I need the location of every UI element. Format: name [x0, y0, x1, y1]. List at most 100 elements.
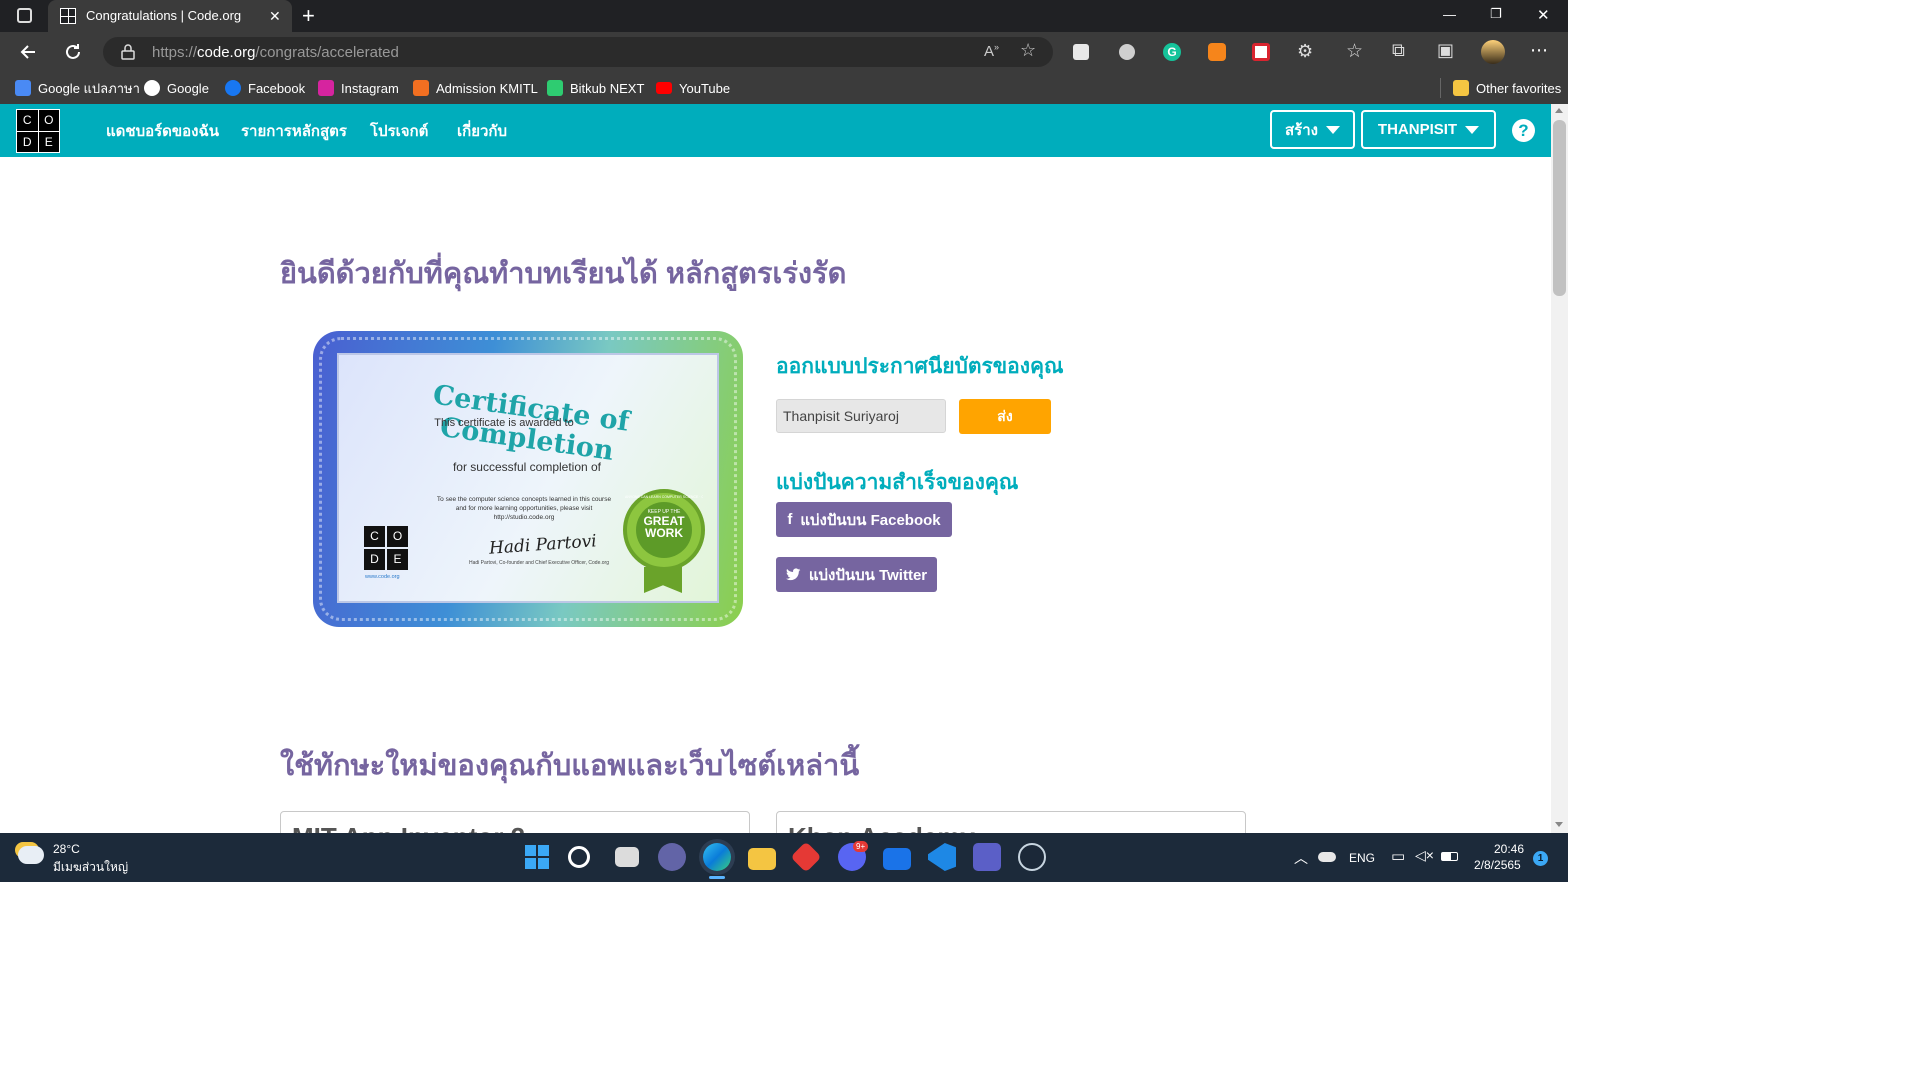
lock-icon [121, 44, 135, 60]
window-restore-button[interactable]: ❐ [1490, 6, 1502, 22]
teams-chat-icon[interactable] [658, 843, 686, 871]
kmitl-icon [413, 80, 429, 96]
scroll-down-arrow[interactable] [1555, 822, 1563, 827]
fav-label: YouTube [679, 80, 731, 96]
apps-heading: ใช้ทักษะใหม่ของคุณกับแอพและเว็บไซต์เหล่า… [280, 750, 860, 782]
url-protocol: https:// [152, 44, 198, 61]
add-favorite-icon[interactable]: ☆ [1020, 40, 1036, 61]
fav-youtube[interactable]: YouTube [656, 78, 730, 98]
clock-time[interactable]: 20:46 [1494, 842, 1524, 856]
grammarly-icon[interactable]: G [1163, 43, 1181, 61]
extension-icon-1[interactable] [1073, 44, 1089, 60]
fav-bitkub[interactable]: Bitkub NEXT [547, 78, 644, 98]
window-close-button[interactable]: ✕ [1537, 6, 1550, 24]
nav-about[interactable]: เกี่ยวกับ [457, 119, 507, 143]
network-icon[interactable]: ▭ [1391, 847, 1405, 865]
steam-icon[interactable] [1018, 843, 1046, 871]
scroll-up-arrow[interactable] [1555, 108, 1563, 113]
tab-close-icon[interactable]: ✕ [269, 8, 281, 25]
scrollbar-thumb[interactable] [1553, 120, 1566, 296]
submit-name-button[interactable]: ส่ง [959, 399, 1051, 434]
weather-temp: 28°C [53, 842, 80, 856]
tray-chevron-up-icon[interactable]: ︿ [1294, 848, 1308, 868]
extensions-puzzle-icon[interactable]: ⚙ [1297, 41, 1313, 62]
battery-icon[interactable] [1441, 852, 1458, 861]
volume-muted-icon[interactable]: ◁× [1415, 847, 1434, 864]
create-label: สร้าง [1285, 121, 1318, 139]
teams-icon[interactable] [973, 843, 1001, 871]
nav-projects[interactable]: โปรเจกต์ [370, 119, 428, 143]
logo-letter: D [17, 131, 38, 152]
logo-letter: D [364, 549, 385, 570]
file-explorer-icon[interactable] [748, 848, 776, 870]
collections-icon[interactable]: ⧉ [1392, 40, 1405, 61]
bitkub-icon [547, 80, 563, 96]
share-facebook-button[interactable]: f แบ่งปันบน Facebook [776, 502, 952, 537]
edge-sidebar-icon[interactable]: ▣ [1437, 40, 1454, 61]
certificate-name-input[interactable] [776, 399, 946, 433]
share-twitter-button[interactable]: แบ่งปันบน Twitter [776, 557, 937, 592]
great-work-badge: ANYONE CAN LEARN COMPUTER SCIENCE · CODE… [623, 489, 705, 571]
create-dropdown-button[interactable]: สร้าง [1270, 110, 1355, 149]
back-arrow-icon[interactable] [18, 42, 38, 62]
search-icon[interactable] [568, 846, 590, 868]
read-aloud-icon[interactable]: A» [984, 42, 999, 60]
fav-google-translate[interactable]: Google แปลภาษา [15, 78, 140, 98]
fav-instagram[interactable]: Instagram [318, 78, 399, 98]
certificate-paper: Certificate of Completion This certifica… [337, 353, 719, 603]
code-org-logo[interactable]: C O D E [16, 109, 60, 153]
mail-icon[interactable] [883, 848, 911, 870]
certificate-awarded-text: This certificate is awarded to [434, 417, 574, 429]
url-path: /congrats/accelerated [255, 44, 399, 61]
refresh-icon[interactable] [63, 42, 83, 62]
google-translate-icon [15, 80, 31, 96]
extension-icon-2[interactable] [1119, 44, 1135, 60]
tab-actions-icon[interactable] [17, 8, 32, 23]
share-facebook-label: แบ่งปันบน Facebook [800, 511, 941, 529]
windows-start-icon[interactable] [523, 843, 551, 871]
nav-course-catalog[interactable]: รายการหลักสูตร [241, 119, 347, 143]
fav-google[interactable]: Google [144, 78, 209, 98]
twitter-icon [785, 568, 801, 581]
chevron-down-icon [1465, 125, 1480, 134]
other-favorites[interactable]: Other favorites [1453, 78, 1561, 98]
google-icon [144, 80, 160, 96]
badge-ring-text: ANYONE CAN LEARN COMPUTER SCIENCE · CODE… [625, 495, 703, 499]
badge-ribbon [644, 567, 682, 593]
page-scrollbar[interactable] [1551, 104, 1568, 833]
profile-avatar[interactable] [1481, 40, 1505, 64]
user-menu-button[interactable]: THANPISIT [1361, 110, 1496, 149]
active-app-indicator [709, 876, 725, 879]
onedrive-cloud-icon[interactable] [1318, 852, 1336, 862]
design-certificate-heading: ออกแบบประกาศนียบัตรของคุณ [776, 355, 1064, 378]
url-field[interactable]: https://code.org/congrats/accelerated A»… [103, 37, 1053, 67]
facebook-icon: f [787, 511, 793, 528]
certificate-website: www.code.org [365, 574, 400, 580]
help-icon[interactable]: ? [1512, 119, 1535, 142]
window-minimize-button[interactable]: — [1443, 7, 1456, 22]
fav-label: Instagram [341, 80, 399, 96]
other-favorites-label: Other favorites [1476, 80, 1562, 96]
discord-badge: 9+ [853, 841, 869, 852]
browser-tab-active[interactable]: Congratulations | Code.org ✕ [48, 0, 292, 32]
language-indicator[interactable]: ENG [1349, 851, 1375, 865]
fav-facebook[interactable]: Facebook [225, 78, 305, 98]
clock-date[interactable]: 2/8/2565 [1474, 858, 1521, 872]
certificate-signature: Hadi Partovi [488, 531, 598, 559]
certificate-image: Certificate of Completion This certifica… [313, 331, 743, 627]
metamask-icon[interactable] [1208, 43, 1226, 61]
url-domain: code.org [197, 44, 256, 61]
edge-taskbar-icon[interactable] [703, 843, 731, 871]
youtube-icon [656, 82, 672, 94]
logo-letter: C [364, 526, 385, 547]
notification-badge[interactable]: 1 [1533, 851, 1548, 866]
new-tab-button[interactable]: + [302, 3, 315, 29]
fav-label: Google แปลภาษา [38, 80, 140, 96]
fav-admission-kmitl[interactable]: Admission KMITL [413, 78, 538, 98]
nav-dashboard[interactable]: แดชบอร์ดของฉัน [106, 119, 219, 143]
task-view-icon[interactable] [615, 847, 639, 867]
pocket-icon[interactable] [1252, 43, 1270, 61]
settings-more-icon[interactable]: ⋯ [1530, 40, 1548, 61]
facebook-icon [225, 80, 241, 96]
favorites-icon[interactable]: ☆ [1346, 40, 1363, 63]
